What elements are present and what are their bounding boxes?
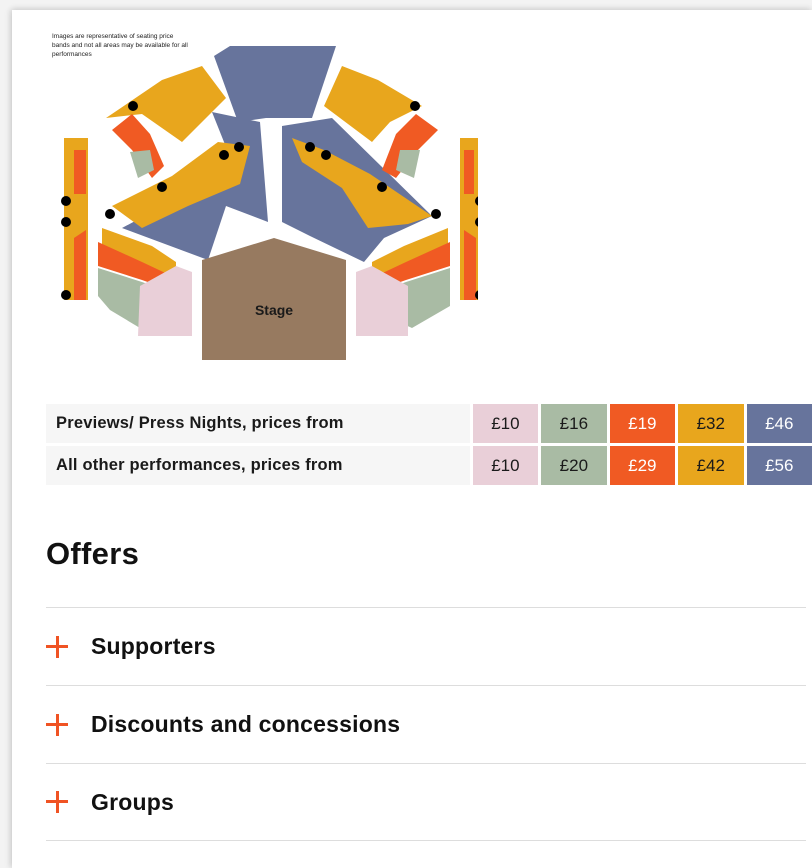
seating-disclaimer: Images are representative of seating pri… — [52, 33, 188, 58]
price-table: Previews/ Press Nights, prices from £10 … — [46, 401, 812, 488]
seat-block-green-right-wing — [396, 150, 420, 178]
plus-icon — [46, 791, 68, 813]
table-row: All other performances, prices from £10 … — [46, 446, 812, 485]
seat-block-orange-far-right — [464, 150, 474, 194]
price-cell: £42 — [675, 446, 744, 485]
row-label: All other performances, prices from — [46, 446, 470, 485]
price-cell: £46 — [743, 404, 812, 443]
accordion-label: Supporters — [91, 633, 216, 659]
price-cell: £10 — [469, 404, 539, 443]
price-cell: £56 — [743, 446, 812, 485]
stage-label: Stage — [255, 302, 293, 318]
seat-block-orange-far-right-lower — [464, 230, 476, 300]
seat-block-orange-far-left — [74, 150, 86, 194]
stage — [202, 238, 346, 360]
content-panel: Stage Images are representative of seati… — [12, 10, 812, 868]
price-cell: £10 — [469, 446, 539, 485]
accordion-item-supporters[interactable]: Supporters — [46, 607, 806, 685]
seating-plan: Stage — [61, 46, 478, 360]
price-cell: £20 — [538, 446, 607, 485]
offers-accordion: Supporters Discounts and concessions Gro… — [46, 607, 806, 841]
row-label: Previews/ Press Nights, prices from — [46, 404, 470, 443]
plus-icon — [46, 635, 68, 658]
plus-icon — [46, 713, 68, 736]
accordion-item-groups[interactable]: Groups — [46, 763, 806, 841]
table-row: Previews/ Press Nights, prices from £10 … — [46, 404, 812, 443]
price-cell: £19 — [606, 404, 676, 443]
accordion-label: Discounts and concessions — [91, 711, 401, 737]
accordion-label: Groups — [91, 788, 174, 815]
seat-block-orange-far-left-lower — [74, 230, 86, 300]
seat-block-purple-top — [214, 46, 336, 122]
accordion-item-discounts[interactable]: Discounts and concessions — [46, 685, 806, 763]
price-cell: £29 — [606, 446, 676, 485]
offers-heading: Offers — [46, 536, 140, 571]
price-cell: £16 — [538, 404, 607, 443]
price-cell: £32 — [675, 404, 744, 443]
